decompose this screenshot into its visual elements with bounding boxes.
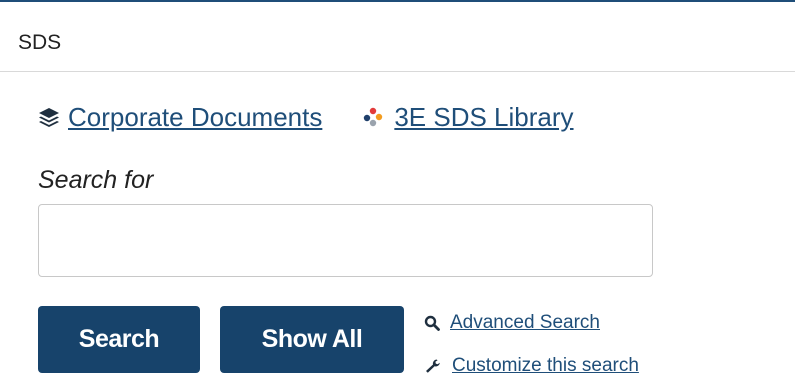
section-title: SDS <box>18 31 62 54</box>
advanced-search-link[interactable]: Advanced Search <box>424 312 600 334</box>
wrench-icon <box>424 358 442 374</box>
customize-search-label: Customize this search <box>452 355 639 376</box>
magnifier-icon <box>424 315 440 331</box>
sds-library-link[interactable]: 3E SDS Library <box>360 101 574 133</box>
advanced-search-label: Advanced Search <box>450 312 600 333</box>
show-all-button[interactable]: Show All <box>220 306 404 373</box>
search-for-label: Search for <box>38 166 154 194</box>
corporate-documents-link[interactable]: Corporate Documents <box>38 102 322 133</box>
search-button[interactable]: Search <box>38 306 200 373</box>
sds-library-label: 3E SDS Library <box>394 101 574 132</box>
corporate-documents-label: Corporate Documents <box>68 101 323 132</box>
dots-cluster-icon <box>360 106 386 128</box>
section-header: SDS <box>0 2 795 72</box>
source-links: Corporate Documents 3E SDS Library <box>38 97 574 137</box>
search-input[interactable] <box>38 204 653 277</box>
customize-search-link[interactable]: Customize this search <box>424 355 639 377</box>
layers-icon <box>38 106 60 128</box>
